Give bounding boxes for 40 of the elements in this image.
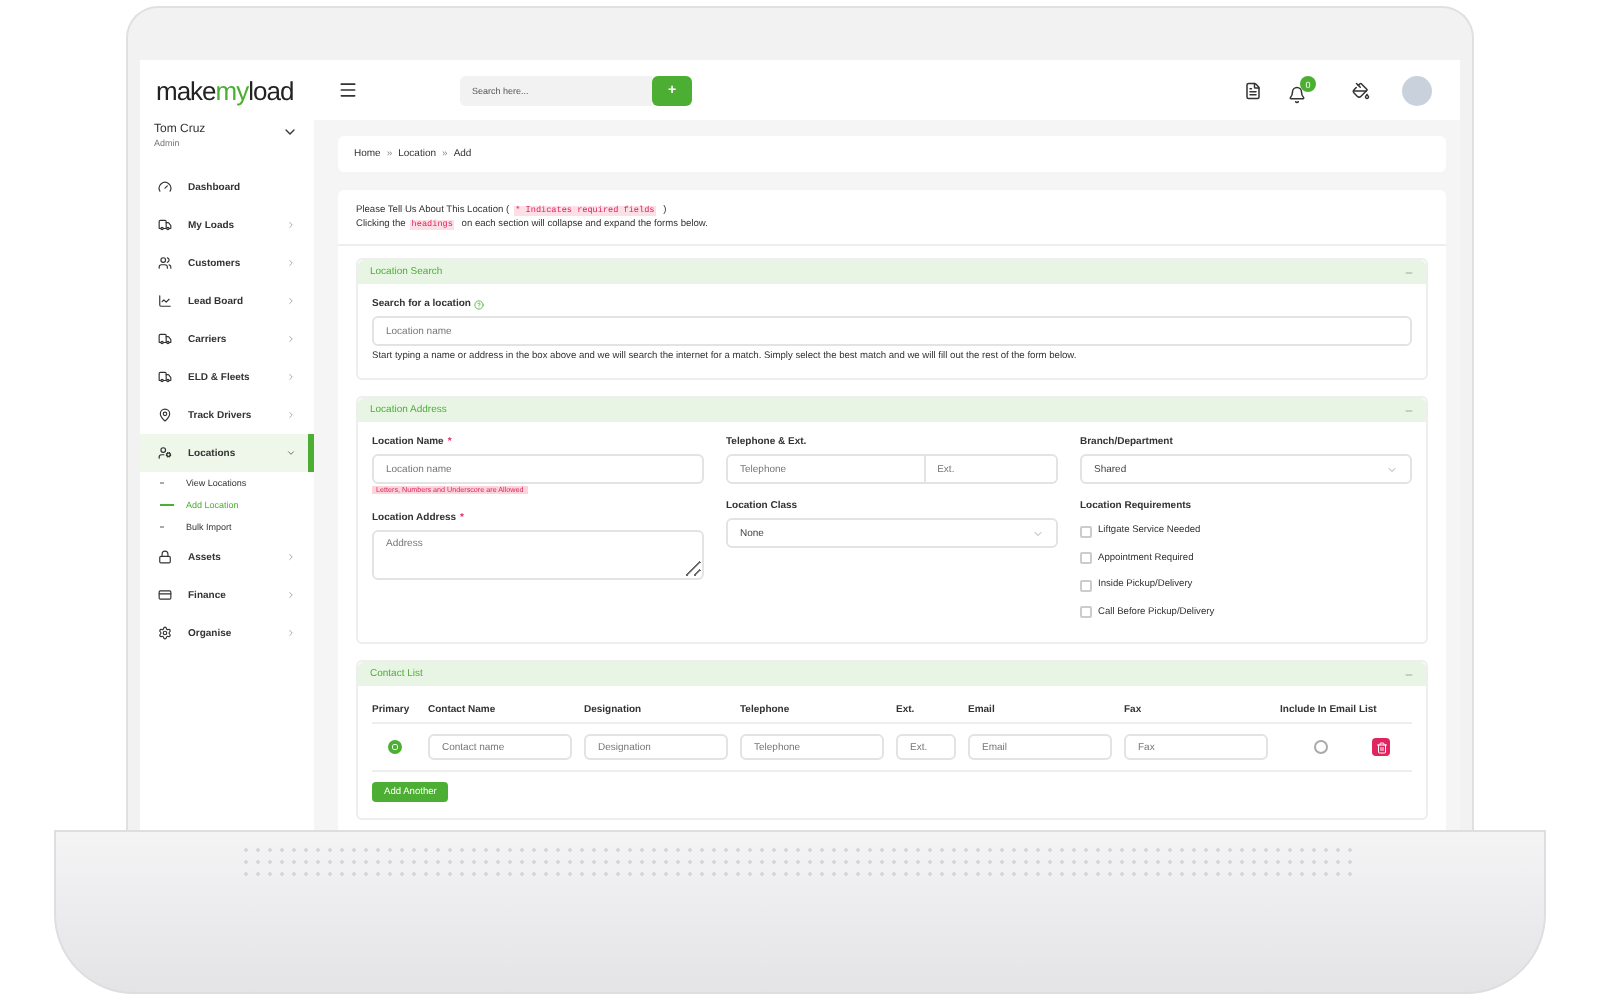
delete-button[interactable] xyxy=(1372,738,1390,756)
lock-icon xyxy=(158,550,172,564)
logo: makemyload xyxy=(156,75,294,105)
checkbox[interactable] xyxy=(1080,606,1092,619)
avatar[interactable] xyxy=(1402,75,1432,105)
chevron-icon xyxy=(286,296,296,306)
caret-icon xyxy=(286,448,296,458)
document-icon[interactable] xyxy=(1244,81,1262,99)
card-icon xyxy=(158,588,172,602)
checkbox[interactable] xyxy=(1080,579,1092,592)
checkbox[interactable] xyxy=(1080,525,1092,538)
chevron-icon xyxy=(286,552,296,562)
chart-icon xyxy=(158,294,172,308)
chevron-icon xyxy=(286,258,296,268)
primary-radio[interactable] xyxy=(387,740,401,754)
map-pin-icon xyxy=(158,408,172,422)
trash-icon xyxy=(1375,741,1387,753)
chevron-icon xyxy=(286,334,296,344)
chevron-icon xyxy=(286,220,296,230)
menu-icon[interactable] xyxy=(338,80,358,100)
chevron-down-icon[interactable] xyxy=(282,124,298,140)
truck-icon xyxy=(158,370,172,384)
chevron-down-icon xyxy=(1386,463,1398,475)
users-icon xyxy=(158,256,172,270)
include-radio[interactable] xyxy=(1313,740,1327,754)
gauge-icon xyxy=(158,180,172,194)
paint-bucket-icon[interactable] xyxy=(1352,81,1370,99)
settings-icon xyxy=(158,626,172,640)
truck-icon xyxy=(158,332,172,346)
truck-icon xyxy=(158,218,172,232)
collapse-icon xyxy=(1404,267,1414,277)
collapse-icon xyxy=(1404,669,1414,679)
chevron-down-icon xyxy=(1032,527,1044,539)
checkbox[interactable] xyxy=(1080,552,1092,565)
chevron-icon xyxy=(286,410,296,420)
collapse-icon xyxy=(1404,405,1414,415)
chevron-icon xyxy=(286,628,296,638)
help-icon[interactable] xyxy=(474,299,485,309)
chevron-icon xyxy=(286,590,296,600)
chevron-icon xyxy=(286,372,296,382)
